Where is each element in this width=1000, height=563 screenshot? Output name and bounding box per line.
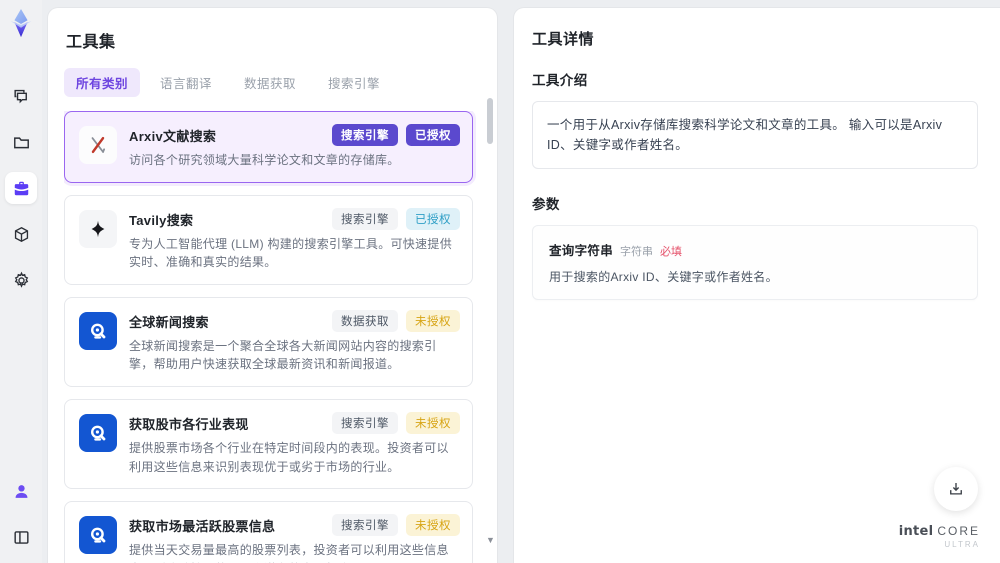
- auth-status-badge: 已授权: [406, 207, 460, 230]
- tool-card-2[interactable]: 全球新闻搜索 全球新闻搜索是一个聚合全球各大新闻网站内容的搜索引擎，帮助用户快速…: [64, 296, 473, 387]
- parameter-type: 字符串: [620, 246, 654, 258]
- parameter-name: 查询字符串: [549, 244, 614, 258]
- news-search-icon: [79, 516, 117, 555]
- tool-description: 提供股票市场各个行业在特定时间段内的表现。投资者可以利用这些信息来识别表现优于或…: [129, 440, 449, 474]
- news-search-icon: [79, 413, 117, 452]
- category-tab-2[interactable]: 数据获取: [232, 68, 308, 97]
- tool-list-panel: 工具集 所有类别 语言翻译 数据获取 搜索引擎 Arxiv文献搜索 访问各个研究领域大…: [48, 8, 497, 563]
- auth-status-badge: 已授权: [406, 124, 460, 146]
- category-badge: 数据获取: [332, 309, 398, 332]
- tool-card-4[interactable]: 获取市场最活跃股票信息 提供当天交易量最高的股票列表，投资者可以利用这些信息来识…: [64, 501, 473, 563]
- rail-item-toolbox[interactable]: [5, 172, 37, 204]
- tool-card-0[interactable]: Arxiv文献搜索 访问各个研究领域大量科学论文和文章的存储库。 搜索引擎 已授…: [64, 111, 473, 183]
- rail-item-files[interactable]: [5, 126, 37, 158]
- category-tab-3[interactable]: 搜索引擎: [316, 68, 392, 97]
- auth-status-badge: 未授权: [406, 309, 460, 332]
- content-area: 工具集 所有类别 语言翻译 数据获取 搜索引擎 Arxiv文献搜索 访问各个研究领域大…: [42, 8, 1000, 563]
- intel-wordmark: intel: [898, 524, 934, 539]
- toolbox-icon: [14, 181, 28, 195]
- rail-item-packages[interactable]: [5, 218, 37, 250]
- category-tab-0[interactable]: 所有类别: [64, 68, 141, 97]
- parameter-required-flag: 必填: [660, 246, 683, 258]
- category-badge: 搜索引擎: [332, 514, 398, 537]
- rail-item-settings[interactable]: [5, 264, 37, 296]
- intel-core-logo: intel CORE ULTRA: [899, 524, 980, 549]
- scrollbar-down-arrow[interactable]: ▼: [486, 535, 495, 545]
- tool-intro-text: 一个用于从Arxiv存储库搜索科学论文和文章的工具。 输入可以是Arxiv ID…: [532, 101, 978, 169]
- user-avatar[interactable]: [5, 475, 37, 507]
- tool-detail-panel: 工具详情 工具介绍 一个用于从Arxiv存储库搜索科学论文和文章的工具。 输入可…: [514, 8, 1000, 563]
- folder-icon: [13, 136, 29, 148]
- download-button[interactable]: [934, 467, 978, 511]
- detail-title: 工具详情: [532, 31, 595, 48]
- parameter-card: 查询字符串 字符串 必填 用于搜索的Arxiv ID、关键字或作者姓名。: [532, 225, 978, 300]
- tool-card-3[interactable]: 获取股市各行业表现 提供股票市场各个行业在特定时间段内的表现。投资者可以利用这些…: [64, 398, 473, 490]
- rail-item-chat[interactable]: [5, 80, 37, 112]
- core-wordmark: CORE: [937, 524, 980, 538]
- auth-status-badge: 未授权: [406, 514, 460, 537]
- category-tab-1[interactable]: 语言翻译: [148, 68, 224, 97]
- intro-section-title: 工具介绍: [532, 73, 588, 88]
- left-rail: [0, 0, 42, 563]
- tool-card-1[interactable]: Tavily搜索 专为人工智能代理 (LLM) 构建的搜索引擎工具。可快速提供实…: [64, 194, 473, 285]
- page-title: 工具集: [66, 34, 116, 51]
- collapse-sidebar-button[interactable]: [5, 521, 37, 553]
- gear-icon: [14, 271, 28, 288]
- news-search-icon: [79, 311, 117, 350]
- category-tabs: 所有类别 语言翻译 数据获取 搜索引擎: [64, 68, 483, 97]
- tavily-sparkle-icon: [79, 209, 117, 248]
- tool-card-list: Arxiv文献搜索 访问各个研究领域大量科学论文和文章的存储库。 搜索引擎 已授…: [64, 111, 483, 563]
- tool-description: 专为人工智能代理 (LLM) 构建的搜索引擎工具。可快速提供实时、准确和真实的结…: [129, 236, 453, 270]
- list-scrollbar[interactable]: ▼: [486, 96, 495, 563]
- tool-description: 全球新闻搜索是一个聚合全球各大新闻网站内容的搜索引擎，帮助用户快速获取全球最新资…: [129, 338, 437, 372]
- scrollbar-thumb[interactable]: [487, 98, 493, 144]
- user-icon: [15, 484, 27, 498]
- download-icon: [950, 483, 962, 495]
- panel-collapse-icon: [13, 530, 29, 544]
- ultra-wordmark: ULTRA: [944, 540, 980, 549]
- arxiv-logo-icon: [79, 126, 117, 164]
- params-section-title: 参数: [532, 197, 560, 212]
- cube-icon: [14, 226, 28, 242]
- parameter-description: 用于搜索的Arxiv ID、关键字或作者姓名。: [549, 270, 778, 284]
- parameter-header: 查询字符串 字符串 必填: [549, 240, 961, 259]
- category-badge: 搜索引擎: [332, 411, 398, 434]
- tool-description: 提供当天交易量最高的股票列表，投资者可以利用这些信息来识别流动性强的股票和潜在的…: [129, 543, 449, 563]
- auth-status-badge: 未授权: [406, 411, 460, 434]
- app-logo-icon[interactable]: [6, 8, 36, 38]
- category-badge: 搜索引擎: [332, 124, 398, 146]
- chat-icon: [13, 89, 27, 103]
- tool-description: 访问各个研究领域大量科学论文和文章的存储库。: [129, 153, 400, 167]
- category-badge: 搜索引擎: [332, 207, 398, 230]
